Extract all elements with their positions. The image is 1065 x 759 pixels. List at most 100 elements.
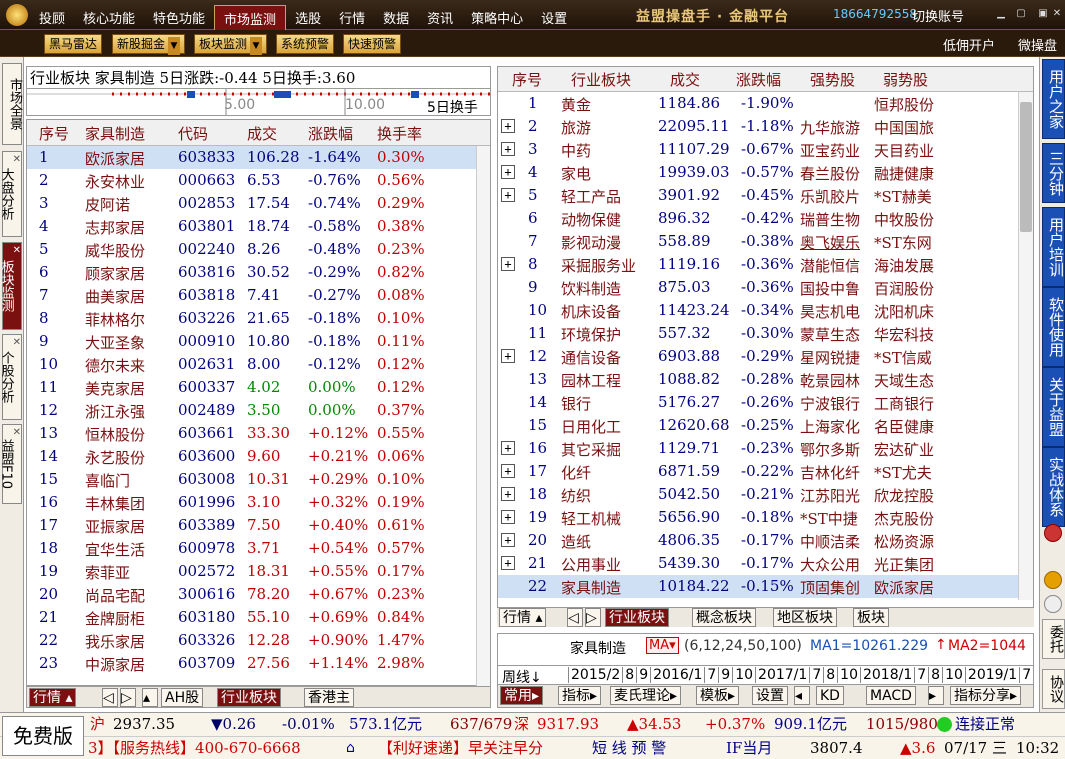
sector-name[interactable]: 其它采掘	[561, 439, 621, 460]
weak-stock[interactable]: 天目药业	[874, 140, 934, 161]
prev-tab-icon[interactable]: ◂	[794, 686, 810, 705]
trade-link[interactable]: 委托	[1042, 619, 1065, 659]
menu-item-3[interactable]: 市场监测	[214, 5, 287, 31]
sector-name[interactable]: 公用事业	[561, 554, 621, 575]
strong-stock[interactable]: 大众公用	[800, 554, 860, 575]
table-row[interactable]: +5 轻工产品 3901.92 -0.45% 乐凯胶片 *ST赫美	[498, 184, 1018, 207]
sector-name[interactable]: 日用化工	[561, 416, 621, 437]
col-no[interactable]: 序号	[39, 123, 69, 144]
tab-quote[interactable]: 行情 ▴	[499, 608, 547, 627]
strong-stock[interactable]: 蒙草生态	[800, 324, 860, 345]
switch-account-link[interactable]: 切换账号	[912, 6, 964, 25]
sector-name[interactable]: 银行	[561, 393, 591, 414]
weak-stock[interactable]: 沈阳机床	[874, 301, 934, 322]
sector-name[interactable]: 旅游	[561, 117, 591, 138]
sector-name[interactable]: 轻工产品	[561, 186, 621, 207]
weak-stock[interactable]: 中牧股份	[874, 209, 934, 230]
strong-stock[interactable]: 中顺洁柔	[800, 531, 860, 552]
table-row[interactable]: 14 银行 5176.27 -0.26% 宁波银行 工商银行	[498, 391, 1018, 414]
weak-stock[interactable]: *ST尤夫	[874, 462, 932, 483]
chevron-down-icon[interactable]: ▼	[168, 37, 181, 55]
micro-trade-link[interactable]: 微操盘	[1018, 35, 1057, 54]
black-horse-radar-button[interactable]: 黑马雷达	[44, 34, 103, 54]
sector-name[interactable]: 机床设备	[561, 301, 621, 322]
table-row[interactable]: 1 欧派家居 603833 106.28 -1.64% 0.30%	[27, 146, 477, 169]
stock-name[interactable]: 德尔未来	[85, 355, 145, 376]
weak-stock[interactable]: *ST东网	[874, 232, 932, 253]
expand-row-icon[interactable]: +	[501, 119, 515, 133]
indicator-share-button[interactable]: 指标分享▸	[950, 686, 1022, 705]
stock-name[interactable]: 浙江永强	[85, 401, 145, 422]
col-code[interactable]: 代码	[178, 123, 208, 144]
col-sector[interactable]: 行业板块	[571, 69, 631, 90]
table-row[interactable]: 15 喜临门 603008 10.31 +0.29% 0.10%	[27, 468, 477, 491]
indicator-menu[interactable]: 指标▸	[558, 686, 602, 705]
stock-name[interactable]: 索菲亚	[85, 562, 130, 583]
stock-name[interactable]: 菲林格尔	[85, 309, 145, 330]
close-icon[interactable]: ✕	[13, 245, 21, 257]
strong-stock[interactable]: 星网锐捷	[800, 347, 860, 368]
table-row[interactable]: +4 家电 19939.03 -0.57% 春兰股份 融捷健康	[498, 161, 1018, 184]
col-weak[interactable]: 弱势股	[883, 69, 928, 90]
expand-row-icon[interactable]: +	[501, 165, 515, 179]
table-row[interactable]: 2 永安林业 000663 6.53 -0.76% 0.56%	[27, 169, 477, 192]
table-row[interactable]: 16 丰林集团 601996 3.10 +0.32% 0.19%	[27, 491, 477, 514]
stock-table-scrollbar[interactable]	[476, 146, 490, 686]
ipo-dig-button[interactable]: 新股掘金 ▼	[112, 34, 186, 55]
close-icon[interactable]: ✕	[13, 337, 21, 349]
tab-f10[interactable]: ✕ 益盟F10	[0, 424, 22, 504]
table-row[interactable]: 7 曲美家居 603818 7.41 -0.27% 0.08%	[27, 284, 477, 307]
table-row[interactable]: 22 我乐家居 603326 12.28 +0.90% 1.47%	[27, 629, 477, 652]
expand-row-icon[interactable]: +	[501, 487, 515, 501]
sector-name[interactable]: 园林工程	[561, 370, 621, 391]
sector-name[interactable]: 造纸	[561, 531, 591, 552]
sector-name[interactable]: 黄金	[561, 94, 591, 115]
prev-tab-icon[interactable]: ◁	[102, 688, 118, 707]
sector-name[interactable]: 中药	[561, 140, 591, 161]
messages-icon[interactable]	[1044, 595, 1062, 613]
table-row[interactable]: +18 纺织 5042.50 -0.21% 江苏阳光 欣龙控股	[498, 483, 1018, 506]
col-volume[interactable]: 成交	[670, 69, 700, 90]
service-icon[interactable]	[1044, 571, 1062, 589]
menu-item-5[interactable]: 行情	[330, 5, 374, 31]
sector-name[interactable]: 饮料制造	[561, 278, 621, 299]
strong-stock[interactable]: 九华旅游	[800, 117, 860, 138]
stock-name[interactable]: 亚振家居	[85, 516, 145, 537]
weak-stock[interactable]: 工商银行	[874, 393, 934, 414]
sector-monitor-button[interactable]: 板块监测 ▼	[194, 34, 268, 55]
stock-name[interactable]: 宜华生活	[85, 539, 145, 560]
weak-stock[interactable]: 中国国旅	[874, 117, 934, 138]
weak-stock[interactable]: 海油发展	[874, 255, 934, 276]
close-icon[interactable]: ✕	[13, 154, 21, 166]
tab-sector-more[interactable]: 板块	[853, 608, 889, 627]
tab-macd[interactable]: MACD	[866, 686, 916, 705]
tab-industry-sector[interactable]: 行业板块	[217, 688, 281, 707]
table-row[interactable]: 5 威华股份 002240 8.26 -0.48% 0.23%	[27, 238, 477, 261]
user-home-link[interactable]: 用户之家	[1042, 59, 1065, 139]
weak-stock[interactable]: *ST信威	[874, 347, 932, 368]
strong-stock[interactable]: 顶固集创	[800, 577, 860, 598]
sector-name[interactable]: 家具制造	[561, 577, 621, 598]
scrollbar-thumb[interactable]	[1020, 102, 1032, 232]
expand-row-icon[interactable]: +	[501, 349, 515, 363]
col-change[interactable]: 涨跌幅	[308, 123, 353, 144]
stock-name[interactable]: 欧派家居	[85, 148, 145, 169]
table-row[interactable]: 15 日用化工 12620.68 -0.25% 上海家化 名臣健康	[498, 414, 1018, 437]
table-row[interactable]: 23 中源家居 603709 27.56 +1.14% 2.98%	[27, 652, 477, 675]
sh-index[interactable]: 2937.35	[113, 713, 175, 735]
news-ticker[interactable]: 【利好速递】早关注早分	[378, 737, 543, 759]
strong-stock[interactable]: 鄂尔多斯	[800, 439, 860, 460]
menu-item-6[interactable]: 数据	[374, 5, 418, 31]
broadcast-icon[interactable]	[1044, 524, 1062, 542]
strong-stock[interactable]: 江苏阳光	[800, 485, 860, 506]
quick-alert-button[interactable]: 快速预警	[343, 34, 402, 54]
weak-stock[interactable]: 宏达矿业	[874, 439, 934, 460]
expand-row-icon[interactable]: +	[501, 441, 515, 455]
sector-name[interactable]: 家电	[561, 163, 591, 184]
hotline-text[interactable]: 3】【服务热线】400-670-6668	[88, 737, 301, 759]
sector-table-scrollbar[interactable]	[1018, 92, 1033, 600]
table-row[interactable]: +16 其它采掘 1129.71 -0.23% 鄂尔多斯 宏达矿业	[498, 437, 1018, 460]
stock-name[interactable]: 永艺股份	[85, 447, 145, 468]
menu-item-4[interactable]: 选股	[286, 5, 330, 31]
table-row[interactable]: 6 动物保健 896.32 -0.42% 瑞普生物 中牧股份	[498, 207, 1018, 230]
